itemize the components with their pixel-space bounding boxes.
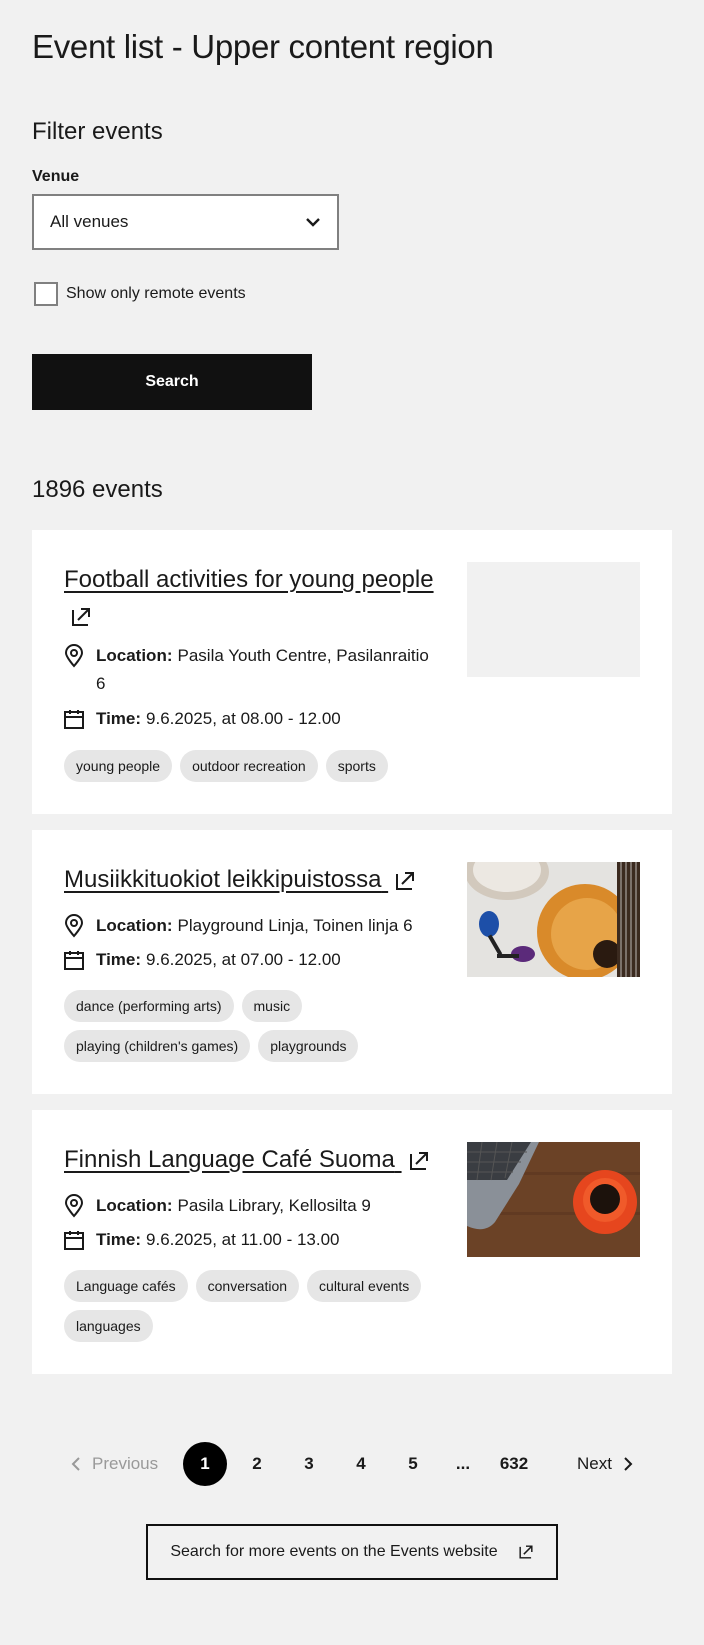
event-time: Time: 9.6.2025, at 08.00 - 12.00 [64,705,434,733]
event-tag[interactable]: cultural events [307,1270,422,1302]
location-label: Location: [96,646,173,665]
remote-events-label: Show only remote events [66,285,246,302]
event-tag[interactable]: young people [64,750,173,782]
event-location: Location: Playground Linja, Toinen linja … [64,912,464,940]
time-label: Time: [96,709,142,728]
results-count: 1896 events [32,476,163,503]
pagination-page[interactable]: 1 [183,1442,227,1486]
search-button[interactable]: Search [32,354,312,410]
event-title: Finnish Language Café Suoma [64,1146,395,1173]
event-tag[interactable]: outdoor recreation [180,750,318,782]
pagination-page-last[interactable]: 632 [492,1442,536,1486]
venue-select[interactable]: All venues [32,194,339,250]
instruments-photo [465,844,640,980]
event-tag[interactable]: dance (performing arts) [64,990,234,1022]
event-title-link[interactable]: Musiikkituokiot leikkipuistossa [64,862,464,898]
venue-label: Venue [32,168,80,185]
time-label: Time: [96,1230,142,1249]
calendar-icon [64,951,84,970]
event-title-link[interactable]: Football activities for young people [64,562,434,634]
event-tags: dance (performing arts) music playing (c… [64,990,364,1062]
pagination-page[interactable]: 5 [391,1442,435,1486]
event-title: Football activities for young people [64,566,434,593]
pagination-page[interactable]: 4 [339,1442,383,1486]
event-title-link[interactable]: Finnish Language Café Suoma [64,1142,464,1178]
external-link-icon [72,607,90,626]
event-tag[interactable]: music [241,990,303,1022]
chevron-down-icon [306,218,320,227]
remote-events-checkbox-row[interactable]: Show only remote events [34,282,246,306]
event-image-placeholder [467,562,640,677]
pagination-next-label: Next [577,1454,612,1473]
chevron-right-icon [624,1457,633,1471]
event-image-instruments [465,844,640,980]
external-link-icon [396,871,415,890]
location-value: Pasila Library, Kellosilta 9 [177,1196,371,1215]
event-card: Musiikkituokiot leikkipuistossa Location… [32,830,672,1094]
more-events-link[interactable]: Search for more events on the Events web… [146,1524,558,1580]
pagination-page[interactable]: 2 [235,1442,279,1486]
event-tag[interactable]: conversation [195,1270,300,1302]
event-card: Football activities for young people Loc… [32,530,672,814]
time-value: 9.6.2025, at 08.00 - 12.00 [146,709,341,728]
pagination-page[interactable]: 3 [287,1442,331,1486]
remote-events-checkbox[interactable] [34,282,58,306]
time-value: 9.6.2025, at 07.00 - 12.00 [146,950,341,969]
filter-title: Filter events [32,118,163,145]
external-link-icon [519,1545,533,1559]
pagination-ellipsis: ... [455,1454,471,1473]
location-pin-icon [64,914,84,938]
event-time: Time: 9.6.2025, at 11.00 - 13.00 [64,1226,434,1254]
location-label: Location: [96,916,173,935]
coffee-laptop-photo [467,1141,640,1257]
event-tag[interactable]: playing (children's games) [64,1030,251,1062]
pagination-previous-label: Previous [92,1454,159,1473]
event-tag[interactable]: sports [325,750,388,782]
location-pin-icon [64,644,84,668]
event-image-coffee [467,1141,640,1257]
event-tag[interactable]: playgrounds [258,1030,359,1062]
more-events-label: Search for more events on the Events web… [170,1543,498,1560]
pagination-next[interactable]: Next [577,1442,634,1486]
event-tags: Language cafés conversation cultural eve… [64,1270,424,1342]
event-time: Time: 9.6.2025, at 07.00 - 12.00 [64,946,434,974]
location-pin-icon [64,1194,84,1218]
pagination-previous[interactable]: Previous [70,1442,158,1486]
venue-select-value: All venues [50,212,129,231]
time-label: Time: [96,950,142,969]
chevron-left-icon [71,1457,80,1471]
event-card: Finnish Language Café Suoma Location: Pas… [32,1110,672,1374]
event-tag[interactable]: Language cafés [64,1270,188,1302]
page-title: Event list - Upper content region [32,28,494,65]
event-location: Location: Pasila Youth Centre, Pasilanrai… [64,642,434,698]
pagination: Previous 1 2 3 4 5 ... 632 Next [0,1442,704,1486]
event-location: Location: Pasila Library, Kellosilta 9 [64,1192,434,1220]
calendar-icon [64,1231,84,1250]
location-label: Location: [96,1196,173,1215]
calendar-icon [64,710,84,729]
event-tags: young people outdoor recreation sports [64,750,444,782]
event-tag[interactable]: languages [64,1310,153,1342]
time-value: 9.6.2025, at 11.00 - 13.00 [146,1230,340,1249]
event-title: Musiikkituokiot leikkipuistossa [64,866,382,893]
location-value: Playground Linja, Toinen linja 6 [177,916,413,935]
external-link-icon [409,1151,428,1170]
